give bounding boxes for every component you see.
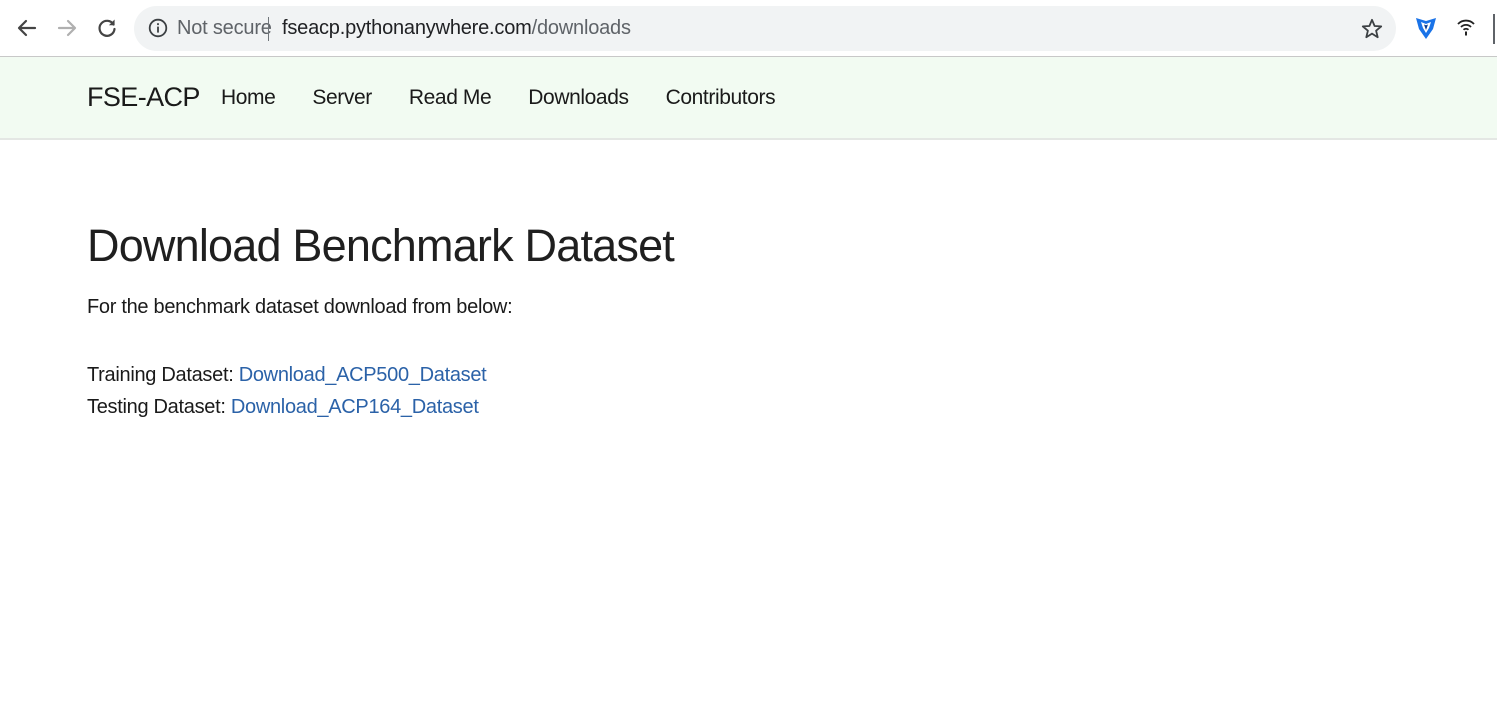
url-path: /downloads <box>531 17 631 39</box>
back-button[interactable] <box>13 14 41 42</box>
main-content: Download Benchmark Dataset For the bench… <box>87 220 675 423</box>
reload-icon <box>98 19 116 37</box>
download-link-acp164[interactable]: Download_ACP164_Dataset <box>231 396 479 418</box>
address-bar[interactable]: Not secure fseacp.pythonanywhere.com/dow… <box>134 6 1396 51</box>
omnibox-divider <box>268 17 269 41</box>
nav-link-server[interactable]: Server <box>312 86 372 110</box>
site-navbar: FSE-ACP Home Server Read Me Downloads Co… <box>0 57 1497 140</box>
download-link-acp500[interactable]: Download_ACP500_Dataset <box>239 364 487 386</box>
nav-link-read-me[interactable]: Read Me <box>409 86 492 110</box>
url-host: fseacp.pythonanywhere.com <box>282 17 532 39</box>
browser-toolbar: Not secure fseacp.pythonanywhere.com/dow… <box>0 0 1497 57</box>
info-icon[interactable] <box>148 18 168 38</box>
star-icon[interactable] <box>1360 17 1384 41</box>
nav-link-home[interactable]: Home <box>221 86 276 110</box>
arrow-left-icon <box>17 19 37 37</box>
download-row-testing: Testing Dataset: Download_ACP164_Dataset <box>87 391 674 423</box>
url-text[interactable]: fseacp.pythonanywhere.com/downloads <box>282 17 631 40</box>
download-label: Training Dataset: <box>87 364 234 386</box>
shield-extension-icon[interactable] <box>1413 15 1439 41</box>
intro-text: For the benchmark dataset download from … <box>87 296 513 318</box>
download-row-training: Training Dataset: Download_ACP500_Datase… <box>87 359 674 391</box>
nav-links: Home Server Read Me Downloads Contributo… <box>221 86 812 110</box>
nav-link-downloads[interactable]: Downloads <box>528 86 629 110</box>
arrow-right-icon <box>57 19 77 37</box>
site-brand[interactable]: FSE-ACP <box>87 82 200 113</box>
nav-link-contributors[interactable]: Contributors <box>666 86 776 110</box>
forward-button[interactable] <box>53 14 81 42</box>
download-label: Testing Dataset: <box>87 396 226 418</box>
wifi-extension-icon[interactable] <box>1455 16 1477 38</box>
security-label[interactable]: Not secure <box>177 17 272 40</box>
page-title: Download Benchmark Dataset <box>87 220 675 271</box>
download-list: Training Dataset: Download_ACP500_Datase… <box>87 359 674 423</box>
window-edge <box>1493 14 1495 44</box>
reload-button[interactable] <box>93 14 121 42</box>
